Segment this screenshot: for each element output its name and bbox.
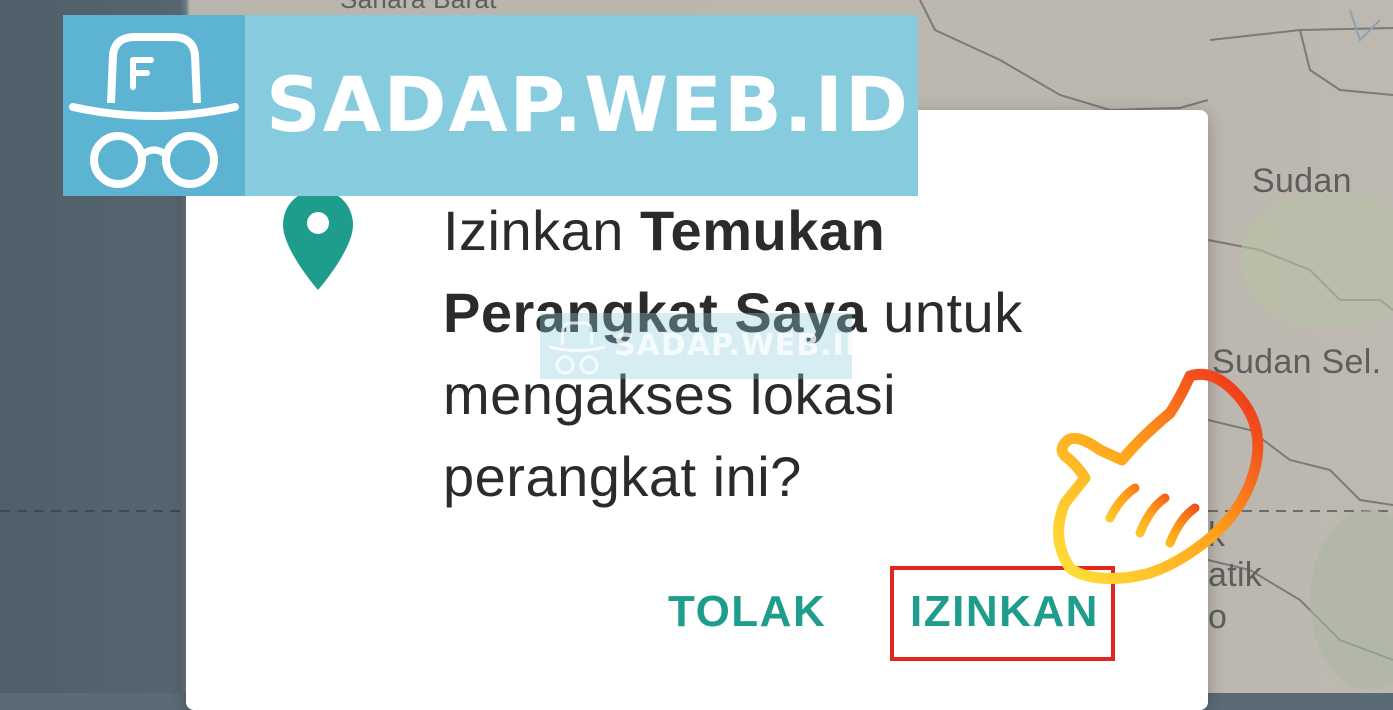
watermark-brand-text: SADAP.WEB.ID xyxy=(266,60,910,149)
spy-hat-glasses-small-icon xyxy=(548,321,606,375)
pointing-hand-icon xyxy=(1053,368,1264,584)
map-label-sudan: Sudan xyxy=(1252,162,1352,200)
spy-hat-glasses-icon xyxy=(69,33,239,188)
map-label-partial-o: o xyxy=(1208,598,1228,636)
message-prefix: Izinkan xyxy=(443,199,640,262)
location-pin-icon xyxy=(283,190,353,290)
map-label-sahara: Sahara Barat xyxy=(340,0,497,15)
watermark-banner: SADAP.WEB.ID xyxy=(63,15,918,196)
center-watermark-text: SADAP.WEB.ID xyxy=(614,328,871,363)
watermark-icon-box xyxy=(63,15,245,196)
deny-button[interactable]: TOLAK xyxy=(668,587,826,637)
